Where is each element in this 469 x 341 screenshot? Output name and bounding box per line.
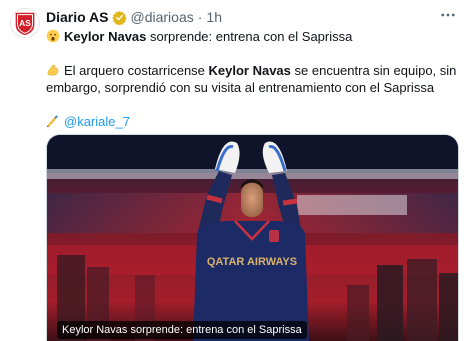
diario-as-logo: AS (15, 12, 35, 36)
body-paragraph: El arquero costarricense Keylor Navas se… (46, 62, 458, 96)
tweet-header: Diario AS @diarioas · 1h (46, 8, 222, 26)
svg-text:QATAR AIRWAYS: QATAR AIRWAYS (207, 256, 297, 268)
credit-handle-link[interactable]: @kariale_7 (64, 114, 130, 129)
writing-hand-icon (46, 114, 60, 128)
credit-line: @kariale_7 (46, 113, 458, 130)
author-avatar[interactable]: AS (10, 8, 40, 38)
tweet-media-image[interactable]: QATAR AIRWAYS Keylor Navas sorprende: en… (46, 134, 459, 341)
body-part1: El arquero costarricense (64, 63, 209, 78)
tweet-text: Keylor Navas sorprende: entrena con el S… (46, 28, 458, 130)
svg-text:AS: AS (19, 18, 31, 28)
headline-rest: sorprende: entrena con el Saprissa (146, 29, 353, 44)
headline-bold: Keylor Navas (64, 29, 147, 44)
headline-line: Keylor Navas sorprende: entrena con el S… (46, 28, 458, 45)
author-handle[interactable]: @diarioas (131, 8, 194, 26)
separator-dot: · (197, 9, 203, 25)
media-caption: Keylor Navas sorprende: entrena con el S… (57, 321, 307, 339)
body-bold: Keylor Navas (208, 63, 291, 78)
tweet-timestamp[interactable]: 1h (206, 8, 222, 26)
tweet-card[interactable]: AS Diario AS @diarioas · 1h Keylor Navas… (0, 0, 469, 341)
author-name[interactable]: Diario AS (46, 8, 109, 26)
goalkeeper-photo: QATAR AIRWAYS (47, 135, 458, 341)
flexed-biceps-icon (46, 63, 60, 77)
surprised-face-icon (46, 29, 60, 43)
more-options-icon[interactable] (439, 6, 457, 24)
verified-badge-icon (111, 10, 127, 25)
